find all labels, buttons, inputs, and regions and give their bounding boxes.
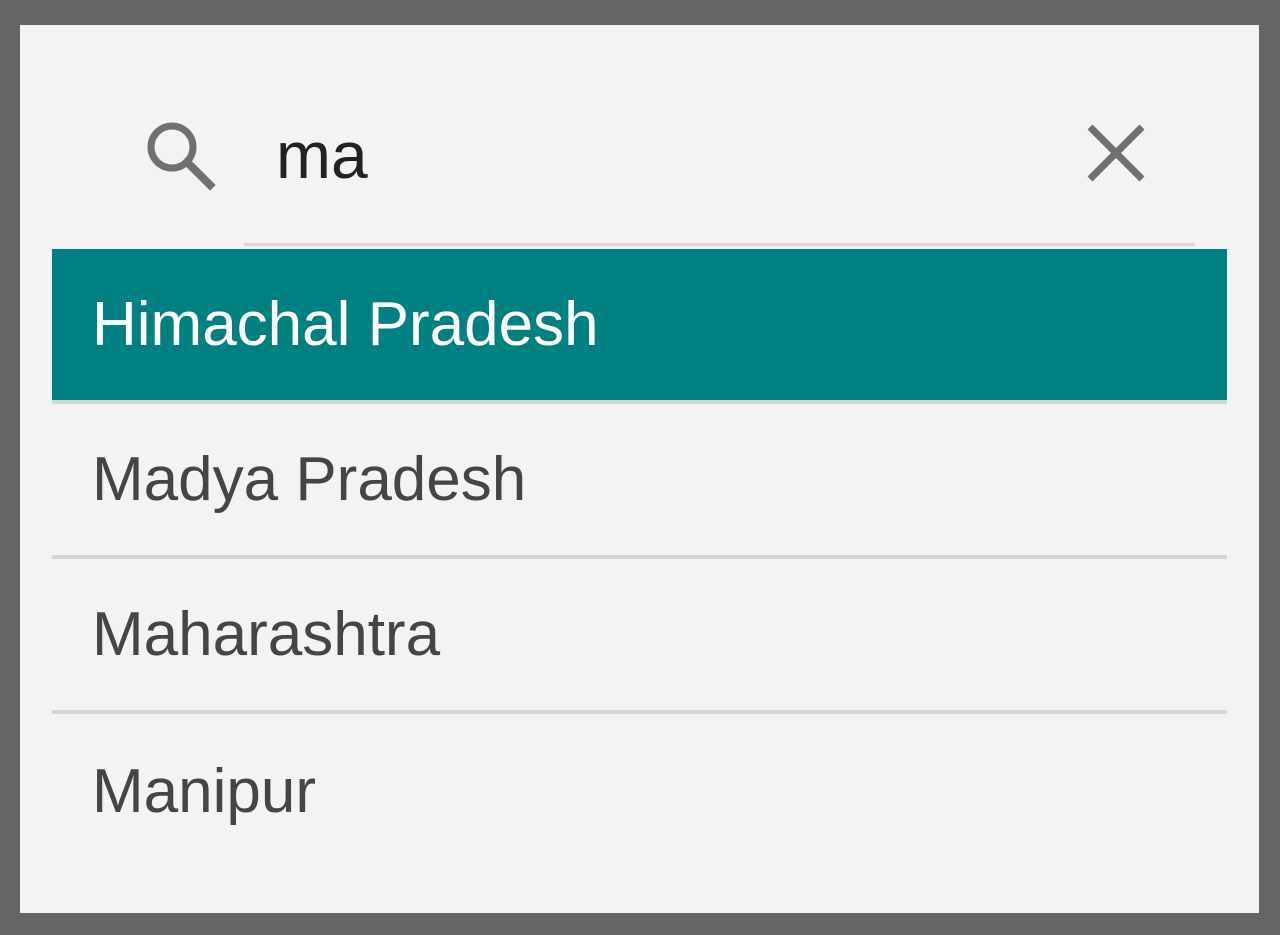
search-dialog: Himachal Pradesh Madya Pradesh Maharasht… [20,25,1259,913]
list-item[interactable]: Maharashtra [52,559,1227,714]
list-item[interactable]: Manipur [52,714,1227,869]
list-item-label: Madya Pradesh [92,445,527,514]
search-icon [142,117,218,193]
search-input-underline [244,243,1195,246]
list-item-label: Manipur [92,757,316,826]
list-item[interactable]: Himachal Pradesh [52,249,1227,404]
search-input[interactable] [244,95,1044,215]
results-list: Himachal Pradesh Madya Pradesh Maharasht… [52,249,1227,869]
search-bar [20,25,1259,249]
list-item-label: Maharashtra [92,600,441,669]
close-icon[interactable] [1076,113,1156,193]
list-item-label: Himachal Pradesh [92,290,599,359]
list-item[interactable]: Madya Pradesh [52,404,1227,559]
